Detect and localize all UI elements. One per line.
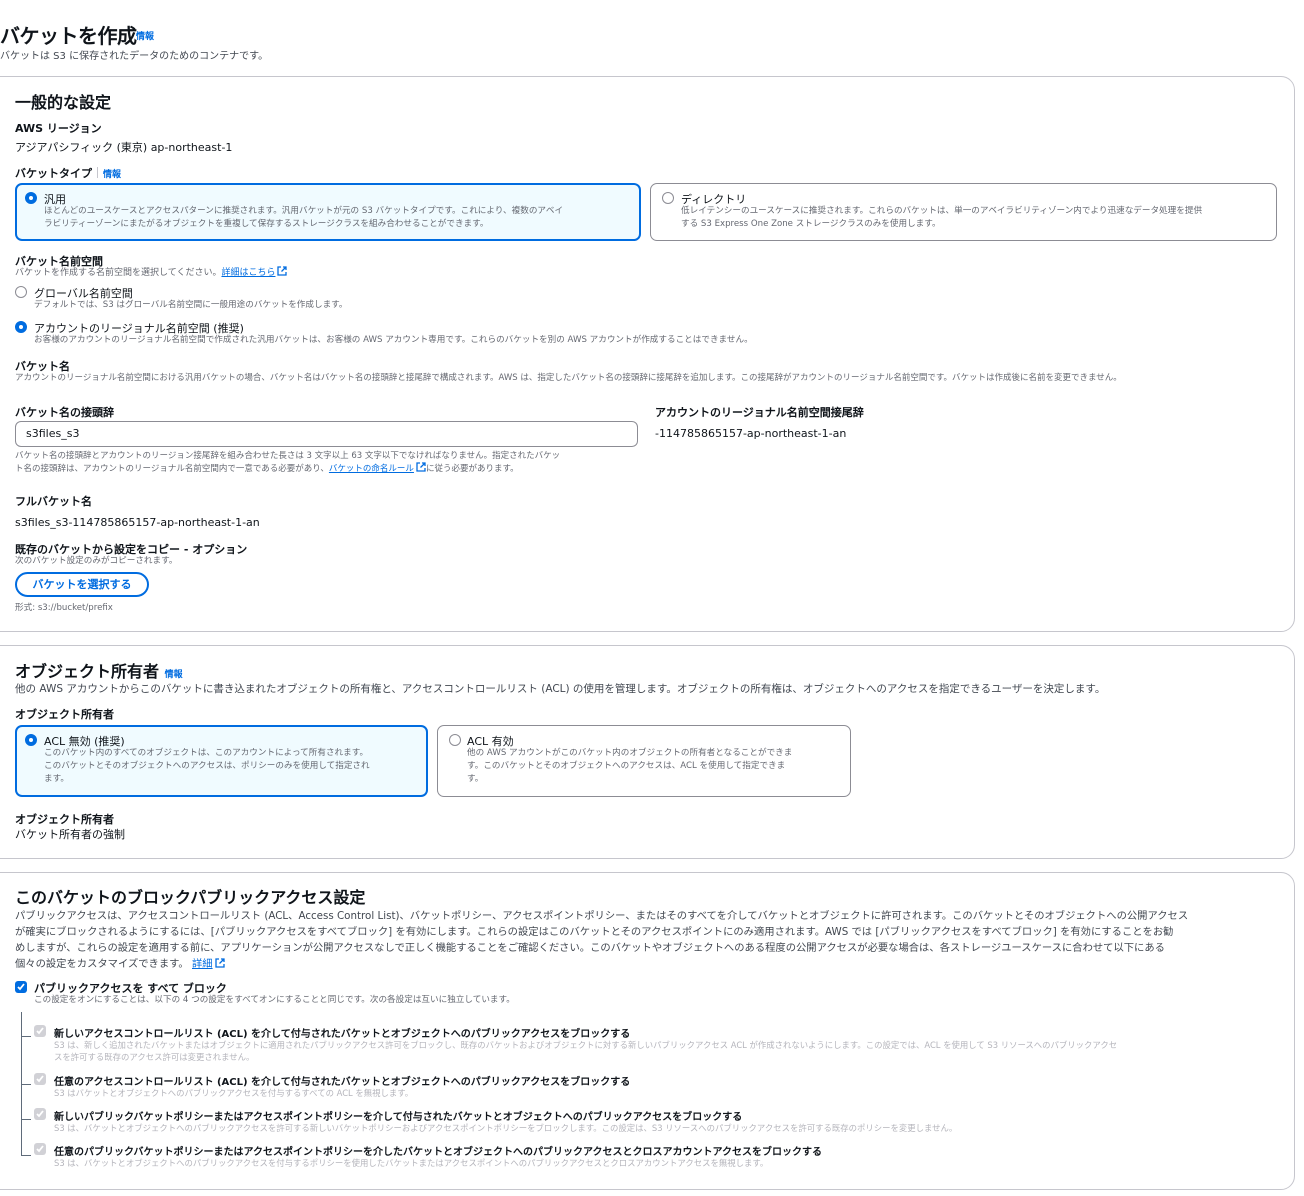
external-link-icon <box>214 958 225 968</box>
block-new-policy-title: 新しいパブリックバケットポリシーまたはアクセスポイントポリシーを介して付与された… <box>54 1112 743 1123</box>
block-new-policy-desc: S3 は、バケットとオブジェクトへのパブリックアクセスを許可する新しいバケットポ… <box>54 1123 958 1133</box>
namespace-desc: バケットを作成する名前空間を選択してください。詳細はこちら <box>15 266 288 280</box>
acl-disabled-desc-3: ます。 <box>44 774 69 784</box>
namespace-account-radio[interactable] <box>15 321 27 333</box>
bucket-type-directory-radio[interactable] <box>662 192 674 204</box>
bucket-name-desc: アカウントのリージョナル名前空間における汎用バケットの場合、バケット名はバケット… <box>15 373 1122 383</box>
block-desc-2: が確実にブロックされるようにするには、[パブリックアクセスをすべてブロック] を… <box>15 926 1174 938</box>
tree-branch <box>21 1155 31 1156</box>
tree-branch <box>21 1036 31 1037</box>
general-settings-heading: 一般的な設定 <box>15 93 112 112</box>
acl-disabled-radio[interactable] <box>25 734 37 746</box>
external-link-icon <box>277 266 288 276</box>
tree-branch <box>21 1119 31 1120</box>
object-ownership-heading: オブジェクト所有者 情報 <box>15 662 183 681</box>
acl-enabled-desc-1: 他の AWS アカウントがこのバケット内のオブジェクトの所有者となることができま <box>467 748 793 758</box>
naming-rules-link[interactable]: バケットの命名ルール <box>329 464 414 474</box>
block-new-acl-desc-2: スを許可する既存のアクセス許可は変更されません。 <box>54 1052 255 1062</box>
choose-bucket-button[interactable]: バケットを選択する <box>15 572 149 597</box>
bucket-type-directory-desc-1: 低レイテンシーのユースケースに推奨されます。これらのバケットは、単一のアベイラビ… <box>681 206 1203 216</box>
page-subtitle: バケットは S3 に保存されたデータのためのコンテナです。 <box>0 51 269 62</box>
full-bucket-name-value: s3files_s3-114785865157-ap-northeast-1-a… <box>15 516 260 529</box>
object-owner-value: バケット所有者の強制 <box>15 828 125 841</box>
bucket-type-general-desc-1: ほとんどのユースケースとアクセスパターンに推奨されます。汎用バケットが元の S3… <box>44 206 564 216</box>
format-hint: 形式: s3://bucket/prefix <box>15 603 113 613</box>
block-any-acl-checkbox[interactable] <box>34 1073 46 1085</box>
block-desc-4: 個々の設定をカスタマイズできます。 詳細 <box>15 955 225 970</box>
bucket-prefix-help-2: ト名の接頭辞は、アカウントのリージョナル名前空間内で一意である必要があり、バケッ… <box>15 462 519 474</box>
object-ownership-label: オブジェクト所有者 <box>15 708 114 721</box>
block-new-acl-desc-1: S3 は、新しく追加されたバケットまたはオブジェクトに適用されたパブリックアクセ… <box>54 1040 1118 1050</box>
copy-settings-desc: 次のバケット設定のみがコピーされます。 <box>15 556 178 566</box>
page-title: バケットを作成 <box>0 24 137 48</box>
bucket-suffix-value: -114785865157-ap-northeast-1-an <box>655 427 847 440</box>
block-new-acl-title: 新しいアクセスコントロールリスト (ACL) を介して付与されたバケットとオブジ… <box>54 1029 631 1040</box>
full-bucket-name-label: フルバケット名 <box>15 495 92 508</box>
bucket-type-general-radio[interactable] <box>25 192 37 204</box>
block-learn-more-link[interactable]: 詳細 <box>192 958 213 970</box>
block-any-policy-desc: S3 は、バケットとオブジェクトへのパブリックアクセスを付与するポリシーを使用し… <box>54 1158 769 1168</box>
bucket-type-general-desc-2: ラビリティーゾーンにまたがるオブジェクトを重複して保存するストレージクラスを組み… <box>44 219 489 229</box>
tree-branch <box>21 1084 31 1085</box>
block-all-desc: この設定をオンにすることは、以下の 4 つの設定をすべてオンにすることと同じです… <box>34 995 515 1005</box>
bucket-prefix-input[interactable]: s3files_s3 <box>15 421 638 447</box>
object-ownership-desc: 他の AWS アカウントからこのバケットに書き込まれたオブジェクトの所有権と、ア… <box>15 683 1106 695</box>
block-any-policy-title: 任意のパブリックバケットポリシーまたはアクセスポイントポリシーを介したバケットと… <box>54 1147 822 1158</box>
block-any-acl-desc: S3 はバケットとオブジェクトへのパブリックアクセスを付与するすべての ACL … <box>54 1088 414 1098</box>
region-value: アジアパシフィック (東京) ap-northeast-1 <box>15 141 233 154</box>
block-all-checkbox[interactable] <box>15 981 27 993</box>
block-any-acl-title: 任意のアクセスコントロールリスト (ACL) を介して付与されたバケットとオブジ… <box>54 1077 631 1088</box>
block-desc-3: めしますが、これらの設定を適用する前に、アプリケーションが公開アクセスなしで正し… <box>15 942 1165 954</box>
block-new-acl-checkbox[interactable] <box>34 1025 46 1037</box>
block-public-access-heading: このバケットのブロックパブリックアクセス設定 <box>15 888 366 907</box>
namespace-learn-more-link[interactable]: 詳細はこちら <box>221 268 275 278</box>
page-info-link[interactable]: 情報 <box>136 29 154 42</box>
bucket-type-label: バケットタイプ 情報 <box>15 167 122 180</box>
namespace-global-desc: デフォルトでは、S3 はグローバル名前空間に一般用途のバケットを作成します。 <box>34 300 348 310</box>
bucket-prefix-label: バケット名の接頭辞 <box>15 406 114 419</box>
namespace-global-radio[interactable] <box>15 286 27 298</box>
region-label: AWS リージョン <box>15 122 102 135</box>
block-any-policy-checkbox[interactable] <box>34 1143 46 1155</box>
acl-disabled-desc-2: このバケットとそのオブジェクトへのアクセスは、ポリシーのみを使用して指定され <box>44 761 370 771</box>
namespace-account-desc: お客様のアカウントのリージョナル名前空間で作成された汎用バケットは、お客様の A… <box>34 335 753 345</box>
object-owner-label: オブジェクト所有者 <box>15 813 114 826</box>
acl-disabled-desc-1: このバケット内のすべてのオブジェクトは、このアカウントによって所有されます。 <box>44 748 369 758</box>
object-ownership-info-link[interactable]: 情報 <box>165 670 183 680</box>
external-link-icon <box>416 462 426 472</box>
block-desc-1: パブリックアクセスは、アクセスコントロールリスト (ACL、Access Con… <box>15 910 1189 922</box>
acl-enabled-desc-2: す。このバケットとそのオブジェクトへのアクセスは、ACL を使用して指定できま <box>467 761 786 771</box>
bucket-type-directory-desc-2: する S3 Express One Zone ストレージクラスのみを使用します。 <box>681 219 941 229</box>
acl-enabled-desc-3: す。 <box>467 774 484 784</box>
bucket-suffix-label: アカウントのリージョナル名前空間接尾辞 <box>655 406 864 419</box>
block-new-policy-checkbox[interactable] <box>34 1108 46 1120</box>
acl-enabled-radio[interactable] <box>449 734 461 746</box>
bucket-type-info-link[interactable]: 情報 <box>103 170 121 180</box>
